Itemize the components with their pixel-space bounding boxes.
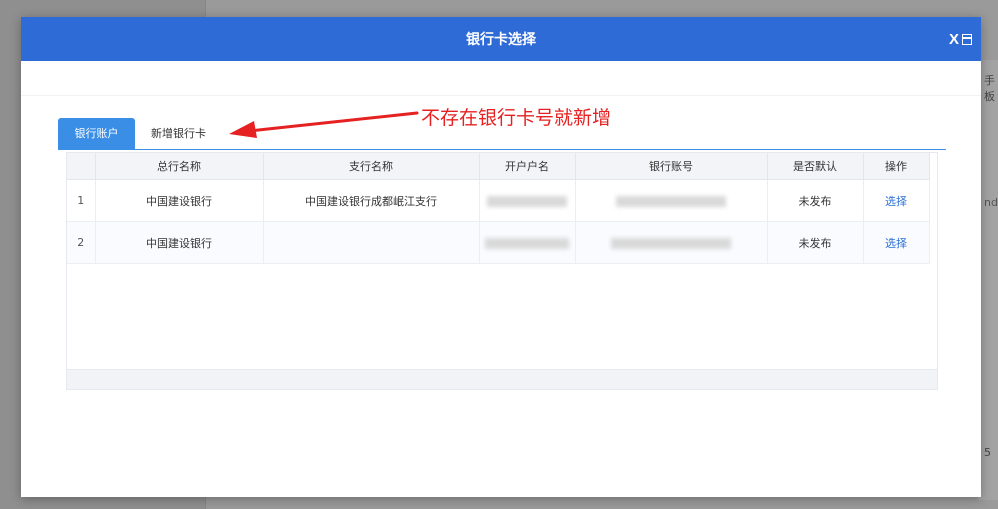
- cell-account: [575, 179, 768, 222]
- background-text: 5: [984, 446, 991, 459]
- select-link[interactable]: 选择: [885, 237, 907, 250]
- annotation-text: 不存在银行卡号就新增: [421, 107, 612, 129]
- table-footer: [67, 369, 937, 389]
- cell-default: 未发布: [767, 179, 864, 222]
- background-content-edge: [978, 60, 998, 500]
- select-link[interactable]: 选择: [885, 195, 907, 208]
- cell-bank: 中国建设银行: [95, 221, 264, 264]
- tab-add-bank-card[interactable]: 新增银行卡: [136, 118, 221, 149]
- close-icon[interactable]: X: [949, 31, 959, 48]
- dialog-header: 银行卡选择 X: [21, 17, 981, 61]
- column-header-bank[interactable]: 总行名称: [95, 153, 264, 180]
- column-header-action: 操作: [863, 153, 930, 180]
- column-header-account[interactable]: 银行账号: [575, 153, 768, 180]
- cell-holder: [479, 179, 576, 222]
- column-header-default[interactable]: 是否默认: [767, 153, 864, 180]
- table-row[interactable]: 2 中国建设银行 未发布 选择: [67, 221, 930, 264]
- cell-default: 未发布: [767, 221, 864, 264]
- dialog-title: 银行卡选择: [466, 32, 536, 48]
- column-header-holder[interactable]: 开户户名: [479, 153, 576, 180]
- background-text: nd: [984, 196, 998, 209]
- bank-card-select-dialog: 银行卡选择 X 银行账户 新增银行卡 不存在银行卡号就新增 总行名称 支行名称 …: [21, 17, 981, 497]
- cell-action: 选择: [863, 221, 930, 264]
- cell-account: [575, 221, 768, 264]
- column-header-branch[interactable]: 支行名称: [263, 153, 480, 180]
- cell-holder: [479, 221, 576, 264]
- row-index: 2: [67, 221, 96, 264]
- bank-account-table: 总行名称 支行名称 开户户名 银行账号 是否默认 操作 1 中国建设银行 中国建…: [66, 152, 938, 390]
- tab-bank-accounts[interactable]: 银行账户: [58, 118, 135, 149]
- cell-branch: [263, 221, 480, 264]
- cell-bank: 中国建设银行: [95, 179, 264, 222]
- maximize-icon[interactable]: [962, 34, 972, 45]
- background-text: 手板: [984, 74, 995, 103]
- table-header-row: 总行名称 支行名称 开户户名 银行账号 是否默认 操作: [67, 153, 930, 180]
- row-index: 1: [67, 179, 96, 222]
- cell-action: 选择: [863, 179, 930, 222]
- cell-branch: 中国建设银行成都岷江支行: [263, 179, 480, 222]
- dialog-toolbar: [21, 61, 981, 96]
- table-row[interactable]: 1 中国建设银行 中国建设银行成都岷江支行 未发布 选择: [67, 179, 930, 222]
- column-header-index: [67, 153, 96, 180]
